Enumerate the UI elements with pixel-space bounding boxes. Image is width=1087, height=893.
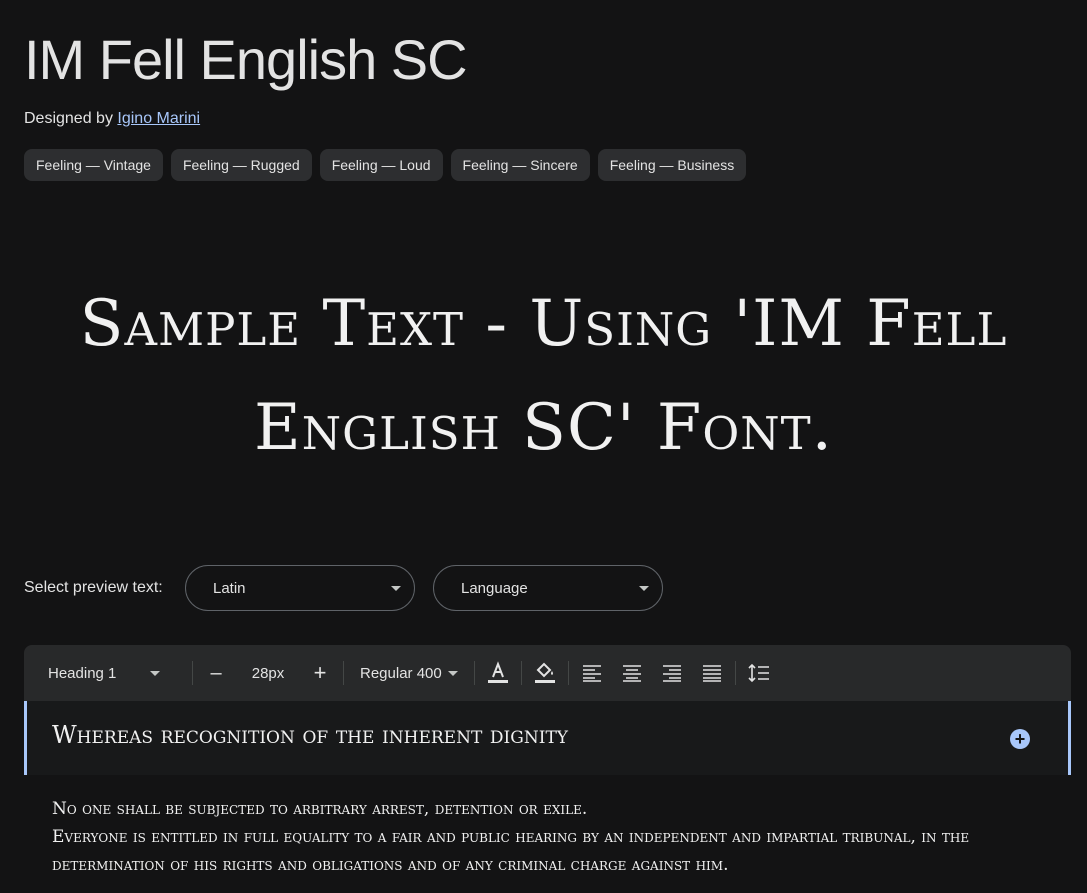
- tag-rugged[interactable]: Feeling — Rugged: [170, 149, 312, 181]
- align-justify-button[interactable]: [695, 656, 729, 690]
- chevron-down-icon: [150, 670, 161, 676]
- line-height-icon: [748, 663, 769, 683]
- style-dropdown[interactable]: Heading 1: [24, 645, 186, 701]
- style-dropdown-value: Heading 1: [48, 664, 117, 682]
- language-select[interactable]: Language: [433, 565, 663, 611]
- body-line-1: No one shall be subjected to arbitrary a…: [52, 799, 588, 819]
- decrease-size-button[interactable]: –: [199, 656, 233, 690]
- tag-business[interactable]: Feeling — Business: [597, 149, 747, 181]
- designer-credit: Designed by Igino Marini: [24, 110, 200, 128]
- designer-link[interactable]: Igino Marini: [117, 110, 200, 127]
- tag-sincere[interactable]: Feeling — Sincere: [450, 149, 590, 181]
- toolbar-divider: [567, 661, 569, 685]
- preview-body-text[interactable]: No one shall be subjected to arbitrary a…: [52, 795, 1012, 879]
- editor-toolbar: Heading 1 – 28px + Regular 400: [24, 645, 1071, 701]
- align-center-button[interactable]: [615, 656, 649, 690]
- editor-heading-text[interactable]: Whereas recognition of the inherent dign…: [52, 721, 568, 749]
- toolbar-divider: [520, 661, 522, 685]
- align-right-button[interactable]: [655, 656, 689, 690]
- fill-color-icon: [534, 662, 555, 683]
- toolbar-divider: [343, 661, 344, 685]
- align-center-icon: [622, 665, 641, 682]
- align-left-icon: [582, 665, 601, 682]
- text-color-icon: [487, 661, 508, 683]
- chevron-down-icon: [639, 586, 649, 591]
- chevron-down-icon: [447, 670, 458, 676]
- script-select-value: Latin: [213, 579, 246, 597]
- designed-by-label: Designed by: [24, 110, 113, 127]
- toolbar-divider: [734, 661, 736, 685]
- weight-dropdown-value: Regular 400: [360, 664, 442, 682]
- preview-text-label: Select preview text:: [24, 579, 163, 596]
- text-color-button[interactable]: [481, 656, 515, 690]
- weight-dropdown[interactable]: Regular 400: [350, 645, 468, 701]
- add-circle-icon[interactable]: +: [1010, 729, 1030, 749]
- tag-vintage[interactable]: Feeling — Vintage: [24, 149, 163, 181]
- align-left-button[interactable]: [575, 656, 609, 690]
- script-select[interactable]: Latin: [185, 565, 415, 611]
- align-justify-icon: [702, 665, 721, 682]
- align-right-icon: [662, 665, 681, 682]
- font-size-value[interactable]: 28px: [233, 645, 303, 701]
- hero-line-2: English SC' Font.: [254, 391, 833, 465]
- chevron-down-icon: [391, 586, 401, 591]
- body-line-2: Everyone is entitled in full equality to…: [52, 827, 970, 875]
- increase-size-button[interactable]: +: [303, 656, 337, 690]
- tag-loud[interactable]: Feeling — Loud: [319, 149, 443, 181]
- font-title: IM Fell English SC: [24, 28, 468, 91]
- line-height-button[interactable]: [742, 656, 776, 690]
- toolbar-divider: [473, 661, 475, 685]
- editor-heading-row[interactable]: Whereas recognition of the inherent dign…: [24, 701, 1071, 775]
- toolbar-divider: [192, 661, 193, 685]
- hero-line-1: Sample Text - Using 'IM Fell: [79, 287, 1008, 361]
- language-select-value: Language: [461, 579, 528, 597]
- feeling-tags: Feeling — Vintage Feeling — Rugged Feeli…: [24, 149, 747, 181]
- hero-sample-text: Sample Text - Using 'IM Fell English SC'…: [0, 272, 1087, 480]
- highlight-color-button[interactable]: [528, 656, 562, 690]
